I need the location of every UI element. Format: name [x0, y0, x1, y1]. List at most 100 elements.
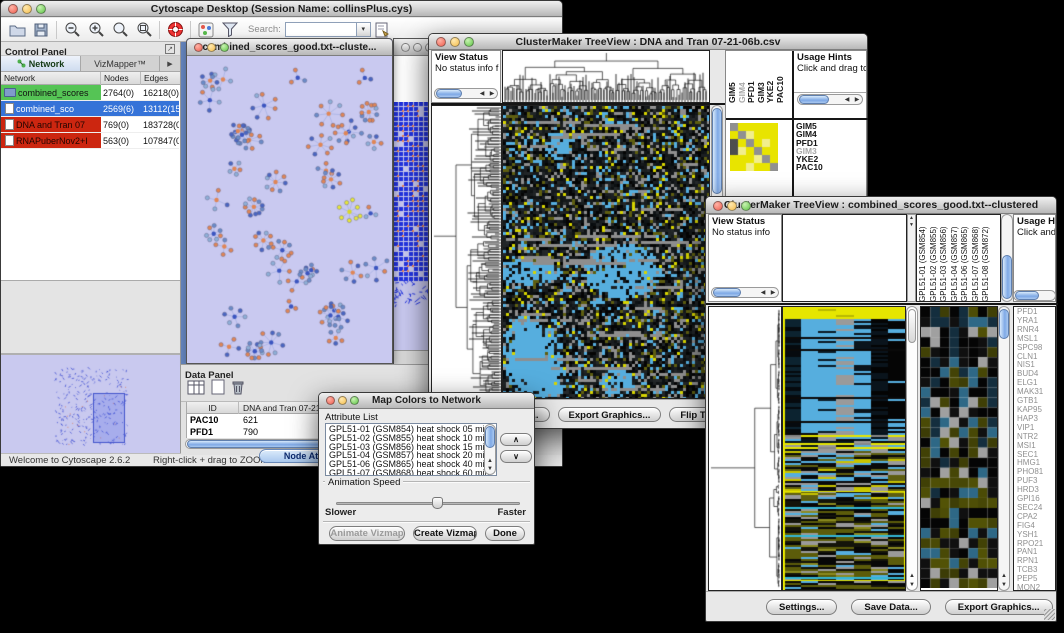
create-vizmap-button[interactable]: Create Vizmap	[413, 526, 477, 541]
minimize-icon[interactable]	[207, 43, 216, 52]
close-icon[interactable]	[401, 43, 410, 52]
minimize-icon[interactable]	[22, 4, 32, 14]
zoom-col-label: PFD1	[748, 53, 756, 103]
tv1-heatmap[interactable]	[502, 105, 710, 399]
close-icon[interactable]	[713, 201, 723, 211]
tv2-view-status-panel: View Status No status info ◀▶	[708, 214, 782, 302]
move-attribute-up-button[interactable]: ∧	[500, 433, 532, 446]
birdseye-panel[interactable]	[1, 353, 180, 455]
tv1-zoom-row-labels: GIM5GIM4PFD1GIM3YKE2PAC10	[796, 122, 823, 172]
tv2-col-label: GPL51-02 (GSM855)	[930, 216, 938, 302]
close-icon[interactable]	[194, 43, 203, 52]
tv2-action-button[interactable]: Export Graphics...	[945, 599, 1053, 615]
save-session-button[interactable]	[29, 19, 53, 41]
tv2-mini-scroll-arrows[interactable]: ▲▼	[907, 214, 916, 302]
animate-vizmap-button[interactable]: Animate Vizmap	[329, 526, 405, 541]
zoom-selected-icon[interactable]	[132, 19, 156, 41]
tv2-heatmap[interactable]	[782, 306, 906, 591]
tv2-heatmap-vscrollbar[interactable]: ▲▼	[906, 306, 918, 591]
tv1-row-dendrogram[interactable]	[431, 105, 502, 399]
zoom-fit-icon[interactable]	[108, 19, 132, 41]
tv2-col-label: GPL51-06 (GSM865)	[961, 216, 969, 302]
treeview2-titlebar[interactable]: ClusterMaker TreeView : combined_scores_…	[706, 197, 1056, 214]
minimize-icon[interactable]	[727, 201, 737, 211]
delete-attribute-icon[interactable]	[231, 379, 245, 400]
tv1-action-button[interactable]: Export Graphics...	[558, 407, 662, 422]
tv1-column-dendrogram[interactable]	[502, 50, 710, 103]
attribute-listbox[interactable]: GPL51-01 (GSM854) heat shock 05 minGPL51…	[325, 423, 497, 476]
tv2-col-labels-panel: GPL51-01 (GSM854)GPL51-02 (GSM855)GPL51-…	[916, 214, 1001, 302]
network-matrix-canvas[interactable]	[394, 102, 430, 308]
network-row[interactable]: RNAPuberNov2+I 563(0) 107847(0)	[1, 133, 180, 149]
zoom-out-icon[interactable]	[60, 19, 84, 41]
resize-grip[interactable]	[1044, 609, 1055, 620]
move-attribute-down-button[interactable]: ∨	[500, 450, 532, 463]
zoom-col-label: YKE2	[767, 53, 775, 103]
window-controls[interactable]	[8, 4, 46, 14]
close-icon[interactable]	[326, 396, 335, 405]
zoom-col-label: PAC10	[777, 53, 785, 103]
dialog-titlebar[interactable]: Map Colors to Network	[319, 393, 534, 409]
toolbar-separator	[56, 21, 57, 39]
tv2-col-label: GPL51-07 (GSM868)	[972, 216, 980, 302]
tv2-action-button[interactable]: Save Data...	[851, 599, 930, 615]
zoom-in-icon[interactable]	[84, 19, 108, 41]
zoom-window-icon[interactable]	[350, 396, 359, 405]
minimize-icon[interactable]	[338, 396, 347, 405]
help-lifebuoy-icon[interactable]	[163, 19, 187, 41]
tv1-zoom-hscrollbar[interactable]: ◀▶	[797, 94, 863, 105]
zoom-window-icon[interactable]	[741, 201, 751, 211]
tv2-labels-vscrollbar[interactable]	[1001, 214, 1013, 302]
slider-thumb[interactable]	[432, 497, 443, 509]
slider-slower-label: Slower	[325, 507, 356, 518]
create-attribute-icon[interactable]	[211, 379, 225, 400]
search-dropdown-button[interactable]: ▾	[357, 22, 371, 37]
tv2-column-dendrogram[interactable]	[782, 214, 907, 302]
animation-speed-slider[interactable]	[336, 497, 520, 509]
zoom-window-icon[interactable]	[220, 43, 229, 52]
treeview1-titlebar[interactable]: ClusterMaker TreeView : DNA and Tran 07-…	[429, 34, 867, 50]
zoom-window-icon[interactable]	[464, 37, 474, 47]
main-titlebar[interactable]: Cytoscape Desktop (Session Name: collins…	[1, 1, 562, 17]
birdseye-canvas[interactable]	[1, 355, 180, 455]
tv2-genes-hscrollbar[interactable]	[1013, 290, 1056, 301]
tv2-col-label: GPL51-04 (GSM857)	[951, 216, 959, 302]
network-tab-icon	[17, 59, 26, 68]
close-icon[interactable]	[8, 4, 18, 14]
network-row[interactable]: combined_scores 2764(0) 16218(0)	[1, 85, 180, 101]
tv2-action-button[interactable]: Settings...	[766, 599, 837, 615]
done-button[interactable]: Done	[485, 526, 525, 541]
network-canvas[interactable]	[187, 56, 392, 363]
tab-vizmapper[interactable]: VizMapper™	[81, 56, 159, 71]
tv2-row-dendrogram[interactable]	[708, 306, 782, 591]
tv2-gene-list[interactable]: PFD1YRA1RNR4MSL1SPC98CLN1NIS1BUD4ELG1MAK…	[1013, 306, 1056, 591]
network-view-window-2	[393, 38, 431, 367]
treeview2-window: ClusterMaker TreeView : combined_scores_…	[705, 196, 1057, 622]
attribute-select-icon[interactable]	[187, 380, 205, 400]
network-file-icon	[5, 119, 14, 130]
control-panel-title: Control Panel	[1, 47, 67, 58]
dialog-title: Map Colors to Network	[372, 395, 481, 406]
tab-network[interactable]: Network	[1, 56, 81, 71]
network-file-icon	[5, 135, 14, 146]
gene-label[interactable]: MON2	[1017, 584, 1055, 591]
network-row[interactable]: DNA and Tran 07 769(0) 183728(0)	[1, 117, 180, 133]
tv1-zoom-matrix[interactable]	[730, 123, 778, 171]
tv2-status-hscrollbar[interactable]: ◀▶	[711, 287, 779, 298]
minimize-icon[interactable]	[450, 37, 460, 47]
tv2-button-bar: Settings... Save Data... Export Graphics..…	[706, 591, 1056, 621]
open-session-button[interactable]	[5, 19, 29, 41]
search-input[interactable]	[285, 22, 357, 37]
tv1-status-hscrollbar[interactable]: ◀▶	[434, 88, 498, 99]
tv2-zoom-heatmap[interactable]	[920, 306, 998, 591]
tv2-zoom-vscrollbar[interactable]: ▲▼	[998, 306, 1010, 591]
attribute-list-vscrollbar[interactable]: ▲▼	[484, 424, 496, 475]
minimize-icon[interactable]	[413, 43, 422, 52]
status-welcome: Welcome to Cytoscape 2.6.2	[9, 455, 130, 466]
close-icon[interactable]	[436, 37, 446, 47]
float-panel-icon[interactable]: ↗	[165, 44, 175, 54]
tab-overflow-arrow[interactable]: ▶	[159, 56, 180, 71]
network-row[interactable]: combined_sco 2569(6) 13112(15)	[1, 101, 180, 117]
attribute-option[interactable]: GPL51-07 (GSM868) heat shock 60 min	[329, 469, 496, 476]
zoom-window-icon[interactable]	[36, 4, 46, 14]
